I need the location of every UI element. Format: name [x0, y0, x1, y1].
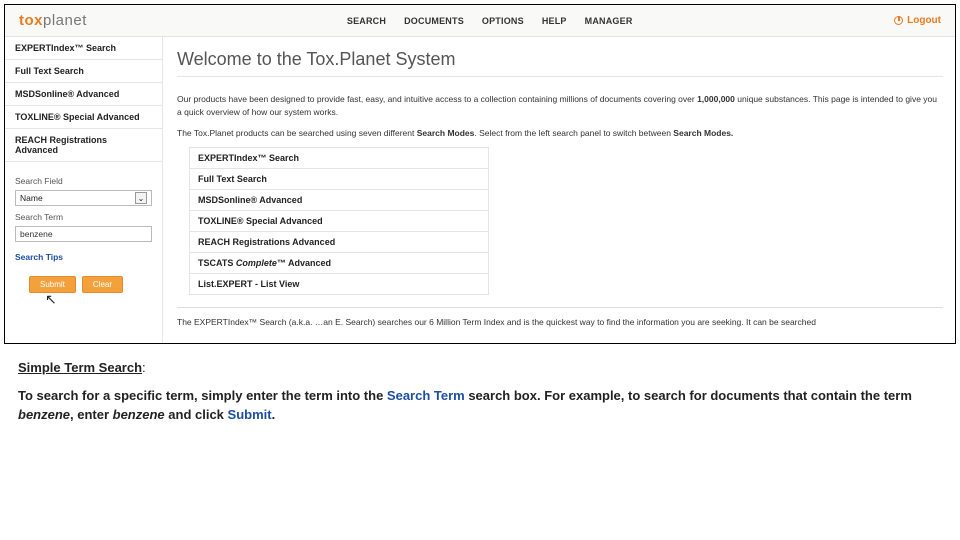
main-panel: Welcome to the Tox.Planet System Our pro…	[163, 37, 955, 343]
sidebar-mode-msds[interactable]: MSDSonline® Advanced	[5, 83, 162, 106]
cursor-icon: ↖	[45, 295, 152, 303]
search-term-input[interactable]: benzene	[15, 226, 152, 242]
caption-body: To search for a specific term, simply en…	[18, 386, 942, 425]
sidebar-mode-reach[interactable]: REACH Registrations Advanced	[5, 129, 162, 162]
page-title: Welcome to the Tox.Planet System	[177, 41, 943, 77]
screenshot-frame: toxplanet SEARCH DOCUMENTS OPTIONS HELP …	[4, 4, 956, 344]
search-field-label: Search Field	[15, 176, 152, 186]
nav-options[interactable]: OPTIONS	[482, 16, 524, 26]
search-form: Search Field Name ⌄ Search Term benzene …	[5, 162, 162, 317]
mode-row-tscats[interactable]: TSCATS Complete™ Advanced	[190, 253, 488, 274]
search-field-value: Name	[20, 193, 43, 203]
logout-label: Logout	[907, 15, 941, 26]
nav-documents[interactable]: DOCUMENTS	[404, 16, 464, 26]
sidebar-mode-toxline[interactable]: TOXLINE® Special Advanced	[5, 106, 162, 129]
caption-title: Simple Term Search	[18, 360, 142, 375]
top-nav: SEARCH DOCUMENTS OPTIONS HELP MANAGER	[347, 16, 633, 26]
logout-link[interactable]: Logout	[894, 15, 941, 26]
mode-row-listexpert[interactable]: List.EXPERT - List View	[190, 274, 488, 295]
nav-search[interactable]: SEARCH	[347, 16, 386, 26]
content-row: EXPERTIndex™ Search Full Text Search MSD…	[5, 37, 955, 343]
search-field-select[interactable]: Name ⌄	[15, 190, 152, 206]
sidebar-mode-fulltext[interactable]: Full Text Search	[5, 60, 162, 83]
sidebar-mode-expert[interactable]: EXPERTIndex™ Search	[5, 37, 162, 60]
nav-manager[interactable]: MANAGER	[585, 16, 633, 26]
mode-row-toxline[interactable]: TOXLINE® Special Advanced	[190, 211, 488, 232]
intro-para-1: Our products have been designed to provi…	[177, 93, 943, 119]
clear-button[interactable]: Clear	[82, 276, 123, 293]
sidebar: EXPERTIndex™ Search Full Text Search MSD…	[5, 37, 163, 343]
caption-block: Simple Term Search: To search for a spec…	[0, 348, 960, 435]
divider	[177, 307, 943, 308]
search-tips-link[interactable]: Search Tips	[15, 252, 152, 262]
mode-table: EXPERTIndex™ Search Full Text Search MSD…	[189, 147, 489, 295]
nav-help[interactable]: HELP	[542, 16, 567, 26]
brand-logo: toxplanet	[19, 12, 87, 29]
mode-row-expert[interactable]: EXPERTIndex™ Search	[190, 148, 488, 169]
brand-tox: tox	[19, 12, 43, 29]
power-icon	[894, 16, 903, 25]
caption-heading: Simple Term Search:	[18, 358, 942, 378]
expert-para: The EXPERTIndex™ Search (a.k.a. …an E. S…	[177, 316, 943, 329]
mode-row-reach[interactable]: REACH Registrations Advanced	[190, 232, 488, 253]
topbar: toxplanet SEARCH DOCUMENTS OPTIONS HELP …	[5, 5, 955, 37]
brand-planet: planet	[43, 12, 87, 29]
chevron-down-icon: ⌄	[135, 192, 147, 204]
mode-row-msds[interactable]: MSDSonline® Advanced	[190, 190, 488, 211]
intro-para-2: The Tox.Planet products can be searched …	[177, 127, 943, 140]
mode-row-fulltext[interactable]: Full Text Search	[190, 169, 488, 190]
search-term-label: Search Term	[15, 212, 152, 222]
